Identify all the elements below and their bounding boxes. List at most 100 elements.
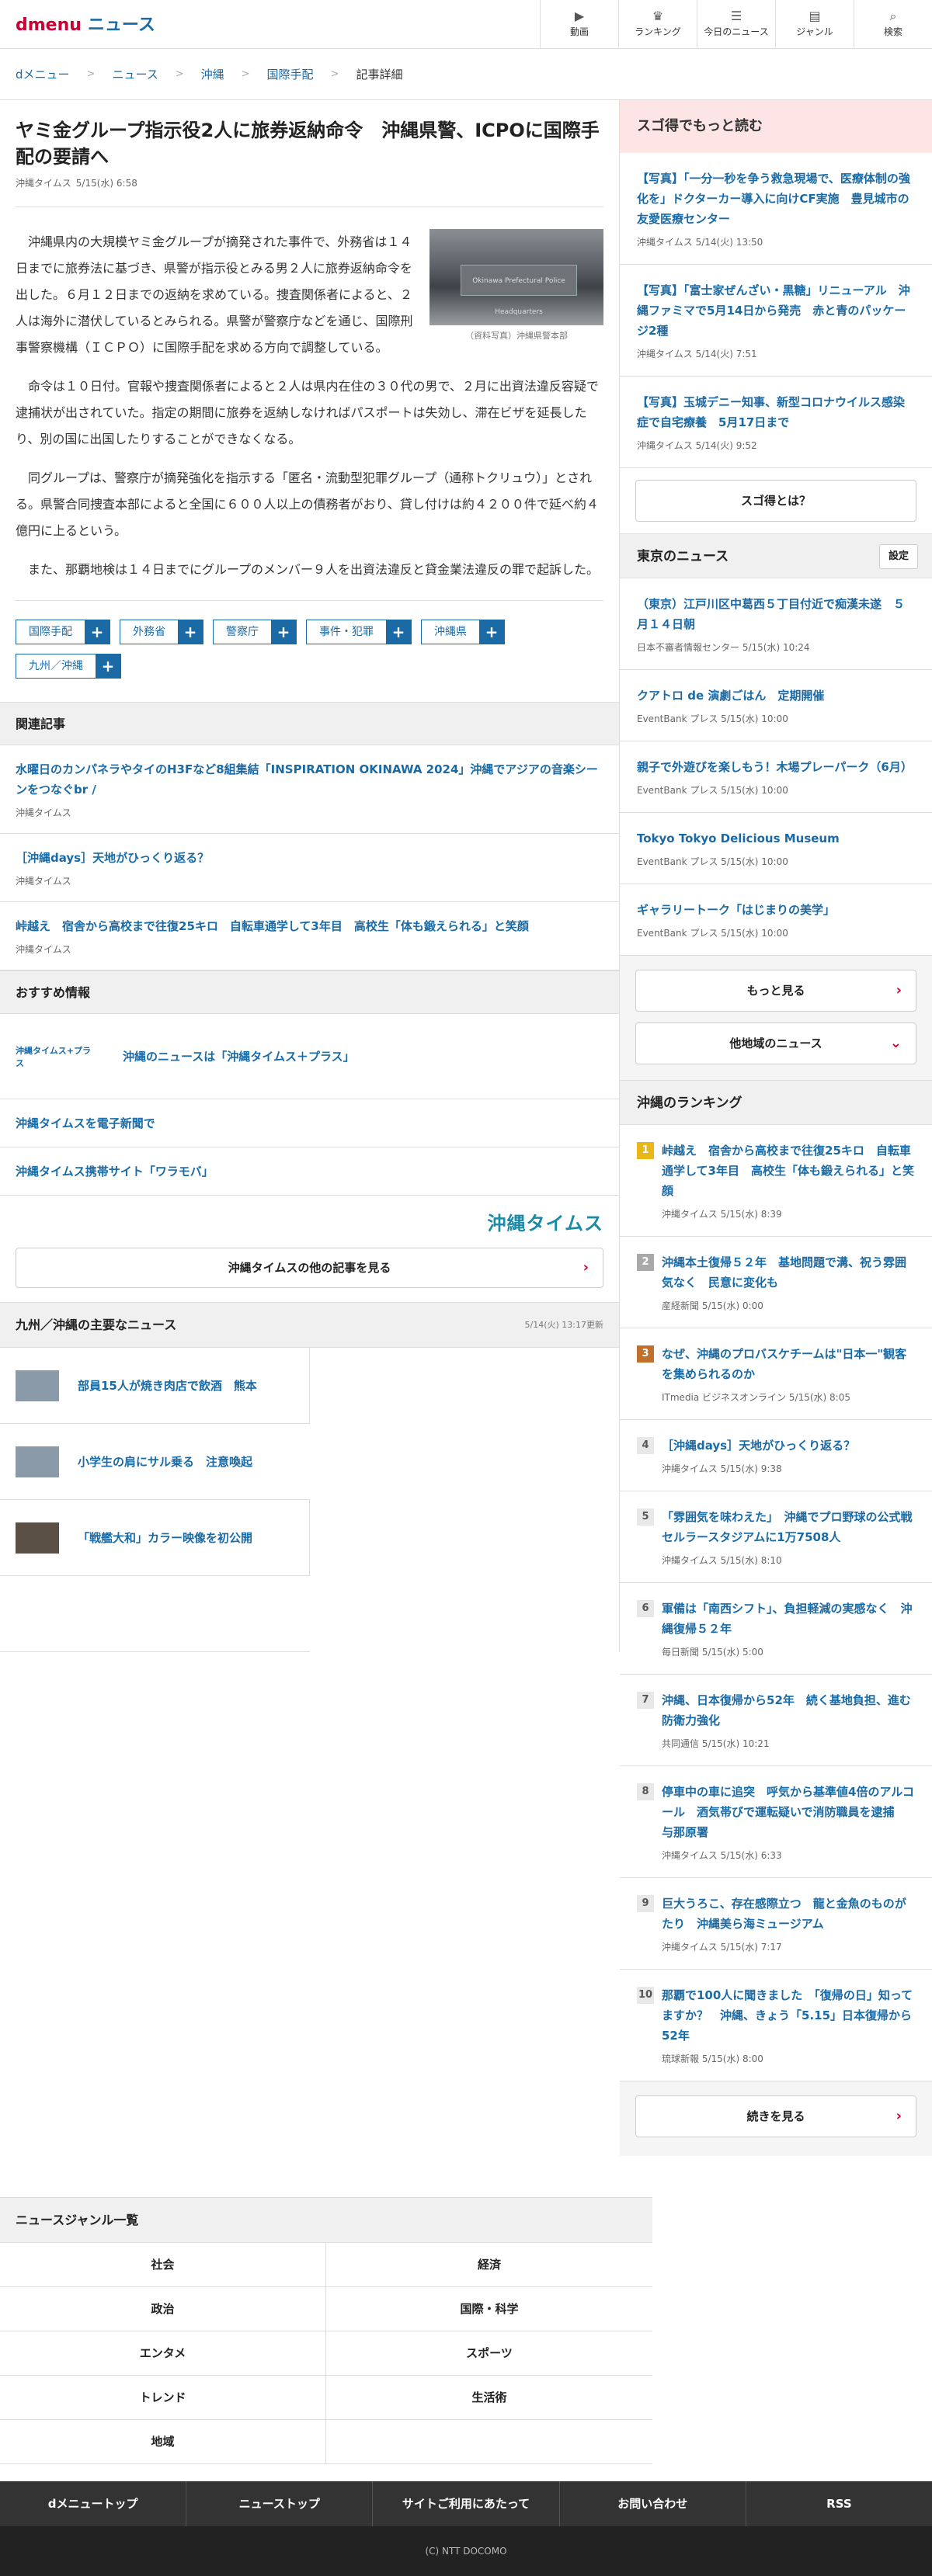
ranking-item[interactable]: 8 停車中の車に追突 呼気から基準値4倍のアルコール 酒気帯びで運転疑いで消防職員… <box>620 1766 932 1878</box>
tag-item[interactable]: 国際手配 + <box>16 620 110 644</box>
tag-item[interactable]: 警察庁 + <box>213 620 297 644</box>
recommend-item[interactable]: 沖縄タイムス携帯サイト「ワラモバ」 <box>0 1147 619 1196</box>
news-thumbnail[interactable] <box>16 1446 59 1477</box>
recommend-link[interactable]: 沖縄タイムスを電子新聞で <box>16 1115 155 1131</box>
tokyo-item[interactable]: クアトロ de 演劇ごはん 定期開催 EventBank プレス 5/15(水) … <box>620 670 932 741</box>
tokyo-item[interactable]: Tokyo Tokyo Delicious Museum EventBank プレ… <box>620 813 932 884</box>
kyushu-link[interactable]: 部員15人が焼き肉店で飲酒 熊本 <box>78 1377 257 1394</box>
tokyo-link[interactable]: クアトロ de 演劇ごはん 定期開催 <box>637 686 915 706</box>
tag-label[interactable]: 外務省 <box>120 620 178 644</box>
breadcrumb-category[interactable]: 国際手配 <box>267 66 314 82</box>
genre-item[interactable]: 政治 <box>0 2287 326 2331</box>
news-thumbnail[interactable] <box>16 1522 59 1554</box>
related-item[interactable]: 水曜日のカンパネラやタイのH3Fなど8組集結「INSPIRATION OKINA… <box>0 745 619 834</box>
ranking-item[interactable]: 1 峠越え 宿舎から高校まで往復25キロ 自転車通学して3年目 高校生「体も鍛えら… <box>620 1125 932 1237</box>
related-item[interactable]: 峠越え 宿舎から高校まで往復25キロ 自転車通学して3年目 高校生「体も鍛えられ… <box>0 902 619 970</box>
tag-label[interactable]: 沖縄県 <box>422 620 479 644</box>
breadcrumb-news[interactable]: ニュース <box>112 66 158 82</box>
related-link[interactable]: 峠越え 宿舎から高校まで往復25キロ 自転車通学して3年目 高校生「体も鍛えられ… <box>16 916 603 936</box>
sugotoku-link[interactable]: 【写真】玉城デニー知事、新型コロナウイルス感染症で自宅療養 5月17日まで <box>637 392 915 432</box>
site-logo[interactable]: dmenu ニュース <box>16 11 155 36</box>
sugotoku-item[interactable]: 【写真】玉城デニー知事、新型コロナウイルス感染症で自宅療養 5月17日まで 沖縄タ… <box>620 377 932 468</box>
genre-item[interactable]: 生活術 <box>326 2376 652 2420</box>
ranking-link[interactable]: 停車中の車に追突 呼気から基準値4倍のアルコール 酒気帯びで運転疑いで消防職員を… <box>662 1782 915 1842</box>
ranking-link[interactable]: 峠越え 宿舎から高校まで往復25キロ 自転車通学して3年目 高校生「体も鍛えられ… <box>662 1140 915 1201</box>
breadcrumb-okinawa[interactable]: 沖縄 <box>201 66 224 82</box>
tag-item[interactable]: 事件・犯罪 + <box>306 620 412 644</box>
sugotoku-link[interactable]: 【写真】「富士家ぜんざい・黒糖」リニューアル 沖縄ファミマで5月14日から発売 … <box>637 280 915 341</box>
plus-icon[interactable]: + <box>479 620 504 644</box>
other-region-button[interactable]: 他地域のニュース ⌄ <box>635 1022 916 1064</box>
nav-genre[interactable]: ▤ ジャンル <box>775 0 854 49</box>
genre-item[interactable]: 国際・科学 <box>326 2287 652 2331</box>
plus-icon[interactable]: + <box>96 654 120 678</box>
nav-ranking[interactable]: ♛ ランキング <box>618 0 697 49</box>
kyushu-item[interactable]: 小学生の肩にサル乗る 注意喚起 <box>0 1424 310 1500</box>
okinawa-times-plus-logo[interactable]: 沖縄タイムス+プラス <box>16 1045 95 1068</box>
ranking-link[interactable]: 沖縄、日本復帰から52年 続く基地負担、進む防衛力強化 <box>662 1690 915 1731</box>
more-button[interactable]: もっと見る › <box>635 970 916 1012</box>
ranking-link[interactable]: 「雰囲気を味わえた」 沖縄でプロ野球の公式戦 セルラースタジアムに1万7508人 <box>662 1507 924 1547</box>
tokyo-link[interactable]: 親子で外遊びを楽しもう！木場プレーパーク（6月） <box>637 757 915 777</box>
tokyo-item[interactable]: ギャラリートーク「はじまりの美学」 EventBank プレス 5/15(水) 1… <box>620 884 932 956</box>
tag-label[interactable]: 国際手配 <box>16 620 85 644</box>
nav-today[interactable]: ☰ 今日のニュース <box>697 0 775 49</box>
genre-item[interactable]: 地域 <box>0 2420 326 2464</box>
tokyo-link[interactable]: Tokyo Tokyo Delicious Museum <box>637 828 915 849</box>
continue-button[interactable]: 続きを見る › <box>635 2095 916 2137</box>
related-link[interactable]: 水曜日のカンパネラやタイのH3Fなど8組集結「INSPIRATION OKINA… <box>16 759 603 800</box>
settings-button[interactable]: 設定 <box>879 544 918 569</box>
ranking-item[interactable]: 10 那覇で100人に聞きました 「復帰の日」知ってますか？ 沖縄、きょう「5.1… <box>620 1970 932 2081</box>
ranking-link[interactable]: なぜ、沖縄のプロバスケチームは"日本一"観客を集められるのか <box>662 1344 915 1384</box>
ranking-item[interactable]: 9 巨大うろこ、存在感際立つ 龍と金魚のものがたり 沖縄美ら海ミュージアム 沖縄タイ… <box>620 1878 932 1970</box>
plus-icon[interactable]: + <box>386 620 411 644</box>
tag-item[interactable]: 九州／沖縄 + <box>16 654 121 679</box>
tag-item[interactable]: 外務省 + <box>120 620 203 644</box>
tokyo-item[interactable]: （東京）江戸川区中葛西５丁目付近で痴漢未遂 ５月１４日朝 日本不審者情報センター … <box>620 578 932 670</box>
genre-item[interactable]: スポーツ <box>326 2331 652 2376</box>
plus-icon[interactable]: + <box>271 620 296 644</box>
sugotoku-what-button[interactable]: スゴ得とは？ <box>635 480 916 522</box>
article-photo[interactable]: Okinawa Prefectural Police Headquarters … <box>429 229 603 342</box>
footer-link-dmenu-top[interactable]: dメニュートップ <box>0 2481 187 2526</box>
kyushu-item[interactable]: 「戦艦大和」カラー映像を初公開 <box>0 1500 310 1576</box>
recommend-item[interactable]: 沖縄タイムスを電子新聞で <box>0 1099 619 1147</box>
footer-link-rss[interactable]: RSS <box>746 2481 932 2526</box>
ranking-item[interactable]: 6 軍備は「南西シフト」、負担軽減の実感なく 沖縄復帰５２年 毎日新聞 5/15(水… <box>620 1583 932 1675</box>
tag-label[interactable]: 事件・犯罪 <box>307 620 386 644</box>
nav-video[interactable]: ▶ 動画 <box>540 0 618 49</box>
recommend-item[interactable]: 沖縄タイムス+プラス 沖縄のニュースは「沖縄タイムス＋プラス」 <box>0 1014 619 1099</box>
ranking-item[interactable]: 4 ［沖縄days］天地がひっくり返る？ 沖縄タイムス 5/15(水) 9:38 <box>620 1420 932 1491</box>
recommend-link[interactable]: 沖縄のニュースは「沖縄タイムス＋プラス」 <box>123 1048 355 1064</box>
ranking-item[interactable]: 7 沖縄、日本復帰から52年 続く基地負担、進む防衛力強化 共同通信 5/15(水)… <box>620 1675 932 1766</box>
plus-icon[interactable]: + <box>85 620 110 644</box>
footer-link-terms[interactable]: サイトご利用にあたって <box>373 2481 560 2526</box>
sugotoku-item[interactable]: 【写真】「一分一秒を争う救急現場で、医療体制の強化を」ドクターカー導入に向けCF… <box>620 153 932 265</box>
genre-item[interactable]: 社会 <box>0 2243 326 2287</box>
ranking-link[interactable]: 那覇で100人に聞きました 「復帰の日」知ってますか？ 沖縄、きょう「5.15」… <box>662 1985 915 2046</box>
footer-link-contact[interactable]: お問い合わせ <box>560 2481 746 2526</box>
breadcrumb-dmenu[interactable]: dメニュー <box>16 66 70 82</box>
news-logo[interactable]: ニュース <box>88 16 155 35</box>
kyushu-item[interactable]: 部員15人が焼き肉店で飲酒 熊本 <box>0 1348 310 1424</box>
related-item[interactable]: ［沖縄days］天地がひっくり返る？ 沖縄タイムス <box>0 834 619 902</box>
ranking-link[interactable]: 沖縄本土復帰５２年 基地問題で溝、祝う雰囲気なく 民意に変化も <box>662 1252 915 1293</box>
sugotoku-link[interactable]: 【写真】「一分一秒を争う救急現場で、医療体制の強化を」ドクターカー導入に向けCF… <box>637 168 915 229</box>
nav-search[interactable]: ⌕ 検索 <box>854 0 932 49</box>
sugotoku-item[interactable]: 【写真】「富士家ぜんざい・黒糖」リニューアル 沖縄ファミマで5月14日から発売 … <box>620 265 932 377</box>
genre-item[interactable]: エンタメ <box>0 2331 326 2376</box>
kyushu-link[interactable]: 小学生の肩にサル乗る 注意喚起 <box>78 1453 252 1470</box>
ranking-link[interactable]: ［沖縄days］天地がひっくり返る？ <box>662 1436 915 1456</box>
dmenu-logo[interactable]: dmenu <box>16 16 82 35</box>
tag-label[interactable]: 警察庁 <box>214 620 271 644</box>
footer-link-news-top[interactable]: ニューストップ <box>186 2481 374 2526</box>
related-link[interactable]: ［沖縄days］天地がひっくり返る？ <box>16 848 603 868</box>
ranking-link[interactable]: 巨大うろこ、存在感際立つ 龍と金魚のものがたり 沖縄美ら海ミュージアム <box>662 1894 915 1934</box>
tokyo-link[interactable]: ギャラリートーク「はじまりの美学」 <box>637 900 915 920</box>
tag-item[interactable]: 沖縄県 + <box>421 620 505 644</box>
ranking-item[interactable]: 2 沖縄本土復帰５２年 基地問題で溝、祝う雰囲気なく 民意に変化も 産経新聞 5/1… <box>620 1237 932 1328</box>
genre-item[interactable]: 経済 <box>326 2243 652 2287</box>
news-thumbnail[interactable] <box>16 1370 59 1401</box>
more-articles-button[interactable]: 沖縄タイムスの他の記事を見る › <box>16 1248 603 1288</box>
genre-item[interactable]: トレンド <box>0 2376 326 2420</box>
